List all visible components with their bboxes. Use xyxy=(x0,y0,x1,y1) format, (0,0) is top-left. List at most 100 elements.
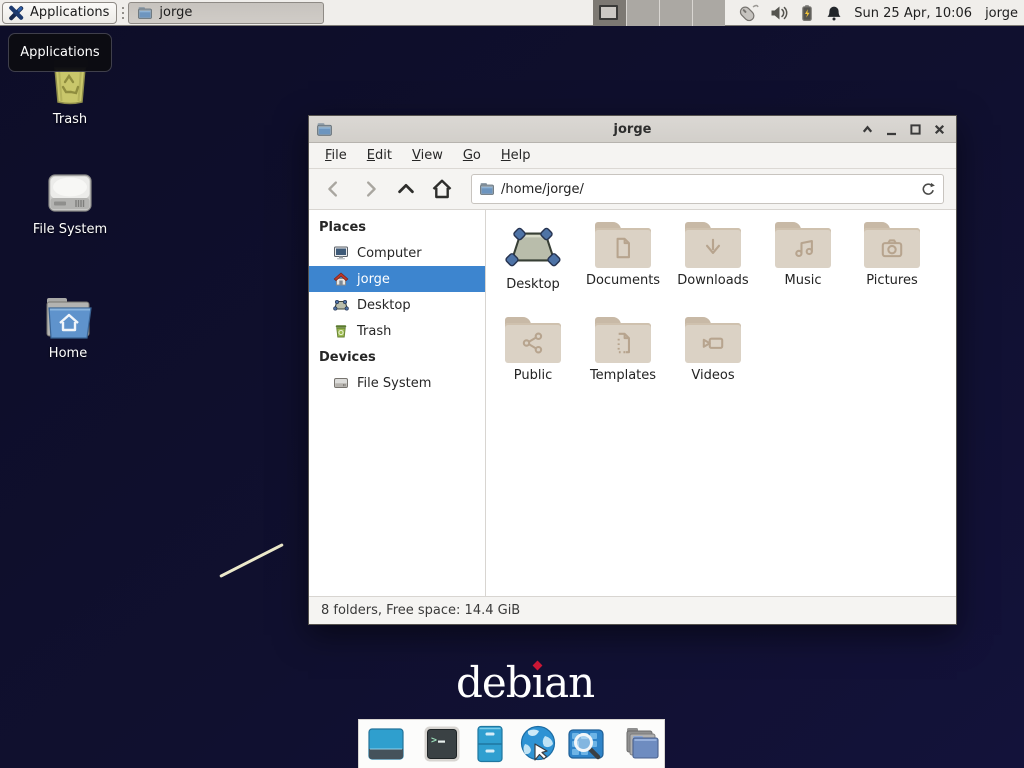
applications-tooltip: Applications xyxy=(8,33,112,72)
file-label: Downloads xyxy=(668,273,758,288)
desktop-icon-label: Trash xyxy=(15,112,125,127)
shade-button[interactable] xyxy=(859,121,876,138)
notification-bell-icon[interactable] xyxy=(826,5,842,22)
forward-button[interactable] xyxy=(355,174,385,204)
workspace-1[interactable] xyxy=(593,0,626,26)
file-label: Public xyxy=(488,368,578,383)
sidebar-header-devices: Devices xyxy=(309,344,485,370)
panel-right-cluster: Sun 25 Apr, 10:06 jorge xyxy=(593,0,1024,26)
file-label: Videos xyxy=(668,368,758,383)
sidebar-item-computer[interactable]: Computer xyxy=(309,240,485,266)
file-item-pictures[interactable]: Pictures xyxy=(847,222,937,314)
file-item-desktop[interactable]: Desktop xyxy=(488,222,578,314)
tooltip-text: Applications xyxy=(20,45,99,60)
workspace-switcher xyxy=(593,0,725,26)
menubar: File Edit View Go Help xyxy=(309,143,956,169)
workspace-window-preview xyxy=(599,5,618,20)
workspace-4[interactable] xyxy=(692,0,725,26)
task-folder-icon xyxy=(137,5,153,21)
sidebar-header-places: Places xyxy=(309,214,485,240)
computer-icon xyxy=(333,245,349,261)
menu-help[interactable]: Help xyxy=(491,145,541,166)
debian-logo-text: an xyxy=(544,658,594,707)
maximize-button[interactable] xyxy=(907,121,924,138)
battery-icon[interactable] xyxy=(799,4,815,22)
reload-icon[interactable] xyxy=(920,181,937,198)
file-label: Music xyxy=(758,273,848,288)
app-finder-icon[interactable] xyxy=(566,724,606,764)
trash-mini-icon xyxy=(333,323,349,339)
desktop-icon-label: File System xyxy=(15,222,125,237)
window-titlebar[interactable]: jorge xyxy=(309,116,956,143)
window-folder-icon xyxy=(316,121,333,138)
file-label: Desktop xyxy=(488,277,578,292)
home-icon xyxy=(333,271,349,287)
up-button[interactable] xyxy=(391,174,421,204)
statusbar-text: 8 folders, Free space: 14.4 GiB xyxy=(321,603,520,618)
file-item-videos[interactable]: Videos xyxy=(668,317,758,409)
back-button[interactable] xyxy=(319,174,349,204)
folder-documents-icon xyxy=(595,222,651,268)
file-item-templates[interactable]: Templates xyxy=(578,317,668,409)
file-manager-icon[interactable] xyxy=(622,724,662,764)
file-cabinet-icon[interactable] xyxy=(470,724,510,764)
svg-text:>: > xyxy=(431,735,437,746)
window-content: Places Computer xyxy=(309,210,956,596)
panel-clock[interactable]: Sun 25 Apr, 10:06 xyxy=(854,6,972,21)
mouse-tray-icon[interactable] xyxy=(737,3,759,23)
terminal-icon[interactable]: > xyxy=(422,724,462,764)
sidebar-item-label: jorge xyxy=(357,272,390,287)
sidebar-item-jorge[interactable]: jorge xyxy=(309,266,485,292)
applications-menu-icon xyxy=(7,4,25,22)
sidebar: Places Computer xyxy=(309,210,486,596)
debian-logo-text: deb xyxy=(456,658,532,707)
taskbar-window-button[interactable]: jorge xyxy=(128,2,324,24)
show-desktop-icon[interactable] xyxy=(366,724,406,764)
menu-edit[interactable]: Edit xyxy=(357,145,402,166)
applications-menu-label: Applications xyxy=(30,5,109,20)
drive-mini-icon xyxy=(333,375,349,391)
bottom-dock: > xyxy=(358,719,665,768)
sidebar-item-label: Trash xyxy=(357,324,391,339)
panel-drag-handle[interactable] xyxy=(119,4,126,22)
workspace-2[interactable] xyxy=(626,0,659,26)
close-button[interactable] xyxy=(931,121,948,138)
file-item-downloads[interactable]: Downloads xyxy=(668,222,758,314)
web-browser-icon[interactable] xyxy=(518,724,558,764)
file-item-documents[interactable]: Documents xyxy=(578,222,668,314)
sidebar-item-label: Computer xyxy=(357,246,422,261)
folder-downloads-icon xyxy=(685,222,741,268)
folder-public-icon xyxy=(505,317,561,363)
panel-username[interactable]: jorge xyxy=(985,6,1018,21)
sidebar-item-desktop[interactable]: Desktop xyxy=(309,292,485,318)
system-tray xyxy=(737,3,842,23)
folder-templates-icon xyxy=(595,317,651,363)
sidebar-item-file-system[interactable]: File System xyxy=(309,370,485,396)
applications-menu-button[interactable]: Applications xyxy=(2,2,117,24)
debian-logo: debıan xyxy=(456,658,594,707)
hard-drive-icon xyxy=(15,170,125,216)
file-item-music[interactable]: Music xyxy=(758,222,848,314)
sidebar-item-label: Desktop xyxy=(357,298,411,313)
home-button[interactable] xyxy=(427,174,457,204)
window-controls xyxy=(859,121,956,138)
file-label: Documents xyxy=(578,273,668,288)
minimize-button[interactable] xyxy=(883,121,900,138)
menu-go[interactable]: Go xyxy=(453,145,491,166)
toolbar: /home/jorge/ xyxy=(309,169,956,210)
menu-file[interactable]: File xyxy=(315,145,357,166)
file-item-public[interactable]: Public xyxy=(488,317,578,409)
taskbar-window-label: jorge xyxy=(159,5,192,20)
statusbar: 8 folders, Free space: 14.4 GiB xyxy=(309,596,956,624)
sidebar-item-trash[interactable]: Trash xyxy=(309,318,485,344)
path-text[interactable]: /home/jorge/ xyxy=(501,182,914,197)
workspace-3[interactable] xyxy=(659,0,692,26)
folder-music-icon xyxy=(775,222,831,268)
path-entry[interactable]: /home/jorge/ xyxy=(471,174,944,204)
volume-icon[interactable] xyxy=(770,5,788,21)
path-folder-icon xyxy=(479,181,495,197)
desktop-icon-file-system[interactable]: File System xyxy=(15,170,125,237)
desktop-icon-home[interactable]: Home xyxy=(13,296,123,361)
home-folder-icon xyxy=(13,296,123,340)
menu-view[interactable]: View xyxy=(402,145,453,166)
